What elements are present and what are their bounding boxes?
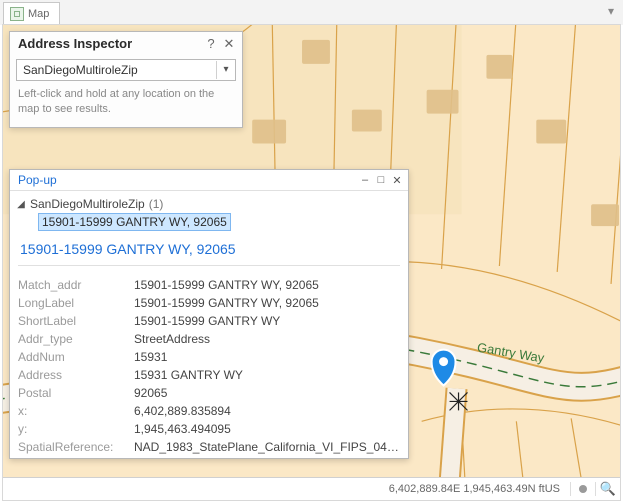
status-bar: 6,402,889.84E 1,945,463.49N ftUS 🔍 [3,477,620,500]
attr-name: Postal [18,386,134,400]
table-row: y: 1,945,463.494095 [18,420,400,438]
attr-name: ShortLabel [18,314,134,328]
map-view[interactable]: Gantry Way Address Inspector ? ✕ SanDie [2,24,621,501]
locator-dropdown[interactable]: SanDiegoMultiroleZip ▾ [16,59,236,81]
pane-menu-button[interactable]: ▾ [603,5,619,19]
attr-value: NAD_1983_StatePlane_California_VI_FIPS_0… [134,440,400,454]
tree-layer-count: (1) [145,197,164,211]
popup-result-title: 15901-15999 GANTRY WY, 92065 [10,231,408,265]
table-row: Address 15931 GANTRY WY [18,366,400,384]
tree-layer-name: SanDiegoMultiroleZip [26,197,145,211]
attr-name: Addr_type [18,332,134,346]
popup-header[interactable]: Pop-up ‒ □ ✕ [10,170,408,191]
attr-value: 15931 GANTRY WY [134,368,400,382]
map-view-icon [10,7,24,21]
divider [570,482,571,496]
attr-value: 6,402,889.835894 [134,404,400,418]
maximize-icon[interactable]: □ [374,173,388,187]
tab-strip: Map ▾ [0,0,623,25]
chevron-down-icon: ▾ [608,4,614,18]
tab-label: Map [28,8,49,20]
table-row: AddNum 15931 [18,348,400,366]
close-icon[interactable]: ✕ [222,37,236,51]
attr-name: Address [18,368,134,382]
coordinate-format-button[interactable] [575,481,591,497]
address-inspector-panel: Address Inspector ? ✕ SanDiegoMultiroleZ… [9,31,243,128]
location-pin-icon [432,332,456,388]
divider [595,482,596,496]
tree-selected-feature[interactable]: 15901-15999 GANTRY WY, 92065 [38,213,231,231]
status-coordinates: 6,402,889.84E 1,945,463.49N ftUS [389,483,566,495]
zoom-to-xy-button[interactable]: 🔍 [600,481,616,497]
close-icon[interactable]: ✕ [390,173,404,187]
attr-value: StreetAddress [134,332,400,346]
popup-title: Pop-up [18,173,356,187]
attr-name: Match_addr [18,278,134,292]
dot-icon [579,485,587,493]
attr-value: 15901-15999 GANTRY WY, 92065 [134,278,400,292]
tab-map[interactable]: Map [3,2,60,25]
table-row: SpatialReference: NAD_1983_StatePlane_Ca… [18,438,400,456]
attr-name: LongLabel [18,296,134,310]
table-row: Postal 92065 [18,384,400,402]
divider [18,265,400,266]
locator-dropdown-value: SanDiegoMultiroleZip [17,63,216,77]
attr-value: 15901-15999 GANTRY WY [134,314,400,328]
table-row: Addr_type StreetAddress [18,330,400,348]
help-icon[interactable]: ? [204,37,218,51]
attr-name: x: [18,404,134,418]
popup-panel: Pop-up ‒ □ ✕ ◢ SanDiegoMultiroleZip (1) … [9,169,409,459]
attr-name: AddNum [18,350,134,364]
attribute-table: Match_addr 15901-15999 GANTRY WY, 92065 … [10,276,408,456]
address-inspector-title: Address Inspector [18,36,200,51]
tree-layer-row[interactable]: ◢ SanDiegoMultiroleZip (1) [10,195,408,213]
attr-name: y: [18,422,134,436]
crosshair-cursor-icon [450,392,468,410]
table-row: Match_addr 15901-15999 GANTRY WY, 92065 [18,276,400,294]
attr-value: 92065 [134,386,400,400]
attr-value: 1,945,463.494095 [134,422,400,436]
chevron-down-icon: ▾ [216,61,235,79]
attr-value: 15901-15999 GANTRY WY, 92065 [134,296,400,310]
table-row: x: 6,402,889.835894 [18,402,400,420]
table-row: ShortLabel 15901-15999 GANTRY WY [18,312,400,330]
inspector-instructions: Left-click and hold at any location on t… [10,87,242,127]
minimize-icon[interactable]: ‒ [358,173,372,187]
magnifier-icon: 🔍 [600,481,616,497]
expand-collapse-icon[interactable]: ◢ [16,199,26,210]
table-row: LongLabel 15901-15999 GANTRY WY, 92065 [18,294,400,312]
attr-name: SpatialReference: [18,440,134,454]
attr-value: 15931 [134,350,400,364]
